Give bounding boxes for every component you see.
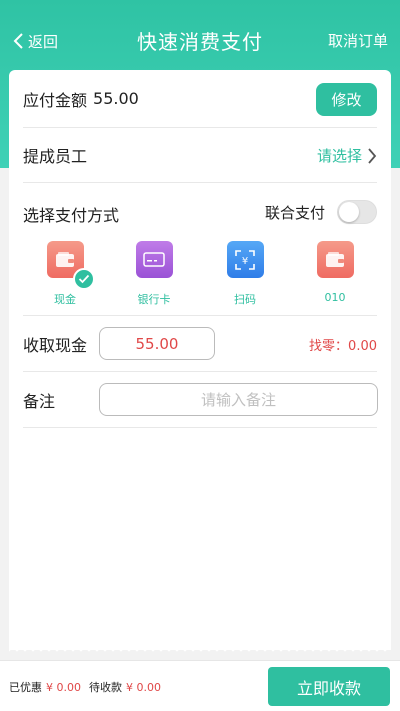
pending-value: ¥ 0.00	[126, 680, 161, 694]
combine-payment-label: 联合支付	[264, 203, 325, 222]
payment-method-label: 选择支付方式	[23, 206, 120, 225]
toggle-knob	[339, 202, 359, 222]
payment-methods: 现金 银行卡 ¥ 扫码 010	[23, 241, 377, 307]
payment-method-section: 选择支付方式 联合支付 现金 银行卡 ¥ 扫码 010	[23, 183, 377, 316]
remark-input[interactable]	[99, 383, 378, 416]
scan-code-icon: ¥	[226, 241, 264, 278]
bank-card-icon	[135, 241, 173, 278]
combine-payment-toggle[interactable]	[337, 200, 377, 224]
amount-value: 55.00	[93, 89, 139, 108]
svg-text:¥: ¥	[242, 256, 248, 267]
cancel-order-button[interactable]: 取消订单	[328, 30, 388, 51]
discount-value: ¥ 0.00	[46, 680, 81, 694]
remark-row: 备注	[23, 372, 378, 428]
payment-method-cash[interactable]: 现金	[35, 241, 95, 307]
payment-method-label: 010	[324, 291, 346, 304]
cash-row: 收取现金 找零：0.00	[23, 316, 377, 372]
staff-row[interactable]: 提成员工 请选择	[23, 128, 377, 183]
staff-label: 提成员工	[23, 147, 88, 166]
staff-select[interactable]: 请选择	[317, 145, 377, 166]
footer-summary: 已优惠 ¥ 0.00 待收款 ¥ 0.00	[9, 679, 169, 695]
payment-card: 应付金额 55.00 修改 提成员工 请选择 选择支付方式 联合支付 现金 银行…	[9, 70, 391, 650]
payment-method-label: 现金	[54, 293, 76, 306]
chevron-right-icon	[368, 147, 377, 164]
payment-method-bank-card[interactable]: 银行卡	[124, 241, 184, 307]
change-value: 0.00	[348, 339, 377, 354]
collect-now-button[interactable]: 立即收款	[268, 667, 390, 706]
payment-method-scan[interactable]: ¥ 扫码	[215, 241, 275, 307]
change-amount: 找零：0.00	[309, 335, 377, 354]
discount-label: 已优惠	[9, 681, 42, 694]
check-icon	[72, 268, 95, 290]
nav-bar: 返回 快速消费支付 取消订单	[0, 0, 400, 72]
change-label: 找零：	[309, 339, 349, 354]
staff-select-label: 请选择	[316, 147, 362, 165]
remark-label: 备注	[23, 391, 56, 411]
footer-bar: 已优惠 ¥ 0.00 待收款 ¥ 0.00 立即收款	[0, 660, 400, 711]
wallet-icon	[316, 241, 354, 278]
combine-payment: 联合支付	[265, 200, 377, 224]
amount-label: 应付金额	[23, 90, 88, 110]
payment-method-010[interactable]: 010	[305, 241, 365, 304]
cash-label: 收取现金	[23, 335, 88, 355]
payment-method-label: 扫码	[234, 293, 256, 306]
amount-row: 应付金额 55.00 修改	[23, 70, 377, 128]
wallet-icon	[46, 241, 95, 290]
pending-label: 待收款	[89, 681, 122, 694]
card-zigzag-edge	[9, 646, 391, 654]
modify-button[interactable]: 修改	[316, 83, 377, 116]
cash-input[interactable]	[99, 327, 215, 360]
payment-method-label: 银行卡	[137, 293, 171, 306]
